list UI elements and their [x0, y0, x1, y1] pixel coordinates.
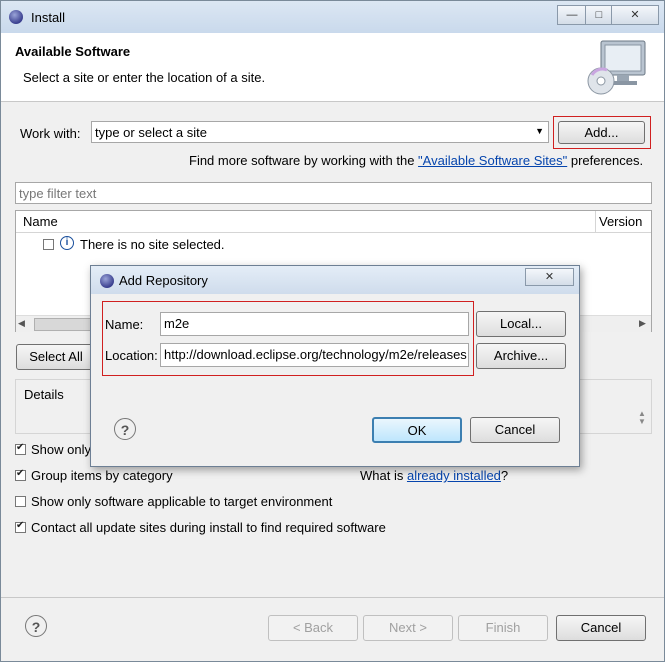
scrollbar-thumb[interactable]	[34, 318, 96, 331]
next-button[interactable]: Next >	[363, 615, 453, 641]
page-title: Available Software	[15, 44, 131, 59]
minimize-button[interactable]: —	[557, 5, 587, 25]
scroll-left-icon[interactable]: ◀	[18, 318, 25, 329]
option-label: Show only	[31, 442, 91, 457]
find-more-prefix: Find more software by working with the	[189, 153, 419, 168]
row-checkbox[interactable]	[43, 239, 54, 250]
dialog-title: Add Repository	[119, 273, 208, 288]
filter-input[interactable]: type filter text	[15, 182, 652, 204]
row-text: There is no site selected.	[80, 237, 225, 252]
back-button[interactable]: < Back	[268, 615, 358, 641]
maximize-button[interactable]: □	[585, 5, 613, 25]
dialog-close-button[interactable]: ✕	[525, 268, 574, 286]
already-installed-link[interactable]: already installed	[407, 468, 501, 483]
archive-button[interactable]: Archive...	[476, 343, 566, 369]
add-repository-dialog: Add Repository ✕ Name: m2e Location: htt…	[90, 265, 580, 467]
work-with-combo-text: type or select a site	[95, 125, 207, 140]
table-row[interactable]: i There is no site selected.	[16, 233, 651, 255]
page-subtitle: Select a site or enter the location of a…	[23, 70, 266, 85]
title-bar[interactable]: Install — □ ✕	[1, 1, 664, 33]
name-input[interactable]: m2e	[160, 312, 469, 336]
local-button[interactable]: Local...	[476, 311, 566, 337]
work-with-label: Work with:	[20, 126, 81, 141]
footer-divider	[1, 597, 664, 598]
option-label: Contact all update sites during install …	[31, 520, 386, 535]
already-installed-text: What is already installed?	[360, 468, 508, 483]
cancel-button[interactable]: Cancel	[556, 615, 646, 641]
available-software-sites-link[interactable]: "Available Software Sites"	[418, 153, 567, 168]
info-icon: i	[60, 236, 74, 250]
name-label: Name:	[105, 317, 144, 332]
location-label: Location:	[105, 348, 158, 363]
installed-suffix: ?	[500, 468, 509, 483]
find-more-text: Find more software by working with the "…	[189, 153, 643, 168]
chevron-down-icon[interactable]: ▼	[535, 126, 544, 136]
dialog-title-bar[interactable]: Add Repository ✕	[91, 266, 579, 294]
add-button[interactable]: Add...	[558, 121, 645, 144]
details-label: Details	[24, 387, 64, 402]
ok-button[interactable]: OK	[372, 417, 462, 443]
option-checkbox[interactable]	[15, 496, 26, 507]
details-scroll-icon[interactable]: ▲ ▼	[638, 410, 646, 426]
option-label: Group items by category	[31, 468, 173, 483]
location-input[interactable]: http://download.eclipse.org/technology/m…	[160, 343, 469, 367]
find-more-suffix: preferences.	[567, 153, 644, 168]
help-icon[interactable]: ?	[114, 418, 136, 440]
work-with-combo[interactable]: type or select a site ▼	[91, 121, 549, 143]
eclipse-icon	[100, 274, 114, 288]
close-button[interactable]: ✕	[611, 5, 659, 25]
option-checkbox[interactable]	[15, 520, 26, 533]
select-all-button[interactable]: Select All	[16, 344, 96, 370]
option-checkbox[interactable]	[15, 468, 26, 481]
dialog-cancel-button[interactable]: Cancel	[470, 417, 560, 443]
wizard-header: Available Software Select a site or ente…	[1, 33, 664, 102]
install-software-icon	[587, 40, 646, 95]
column-header-name[interactable]: Name	[16, 211, 596, 233]
installed-prefix: What is	[360, 468, 407, 483]
option-checkbox[interactable]	[15, 442, 26, 455]
option-label: Show only software applicable to target …	[31, 494, 333, 509]
window-title: Install	[31, 10, 65, 25]
column-header-version[interactable]: Version	[596, 211, 651, 233]
help-icon[interactable]: ?	[25, 615, 47, 637]
scroll-right-icon[interactable]: ▶	[639, 318, 646, 329]
eclipse-icon	[9, 10, 23, 24]
finish-button[interactable]: Finish	[458, 615, 548, 641]
